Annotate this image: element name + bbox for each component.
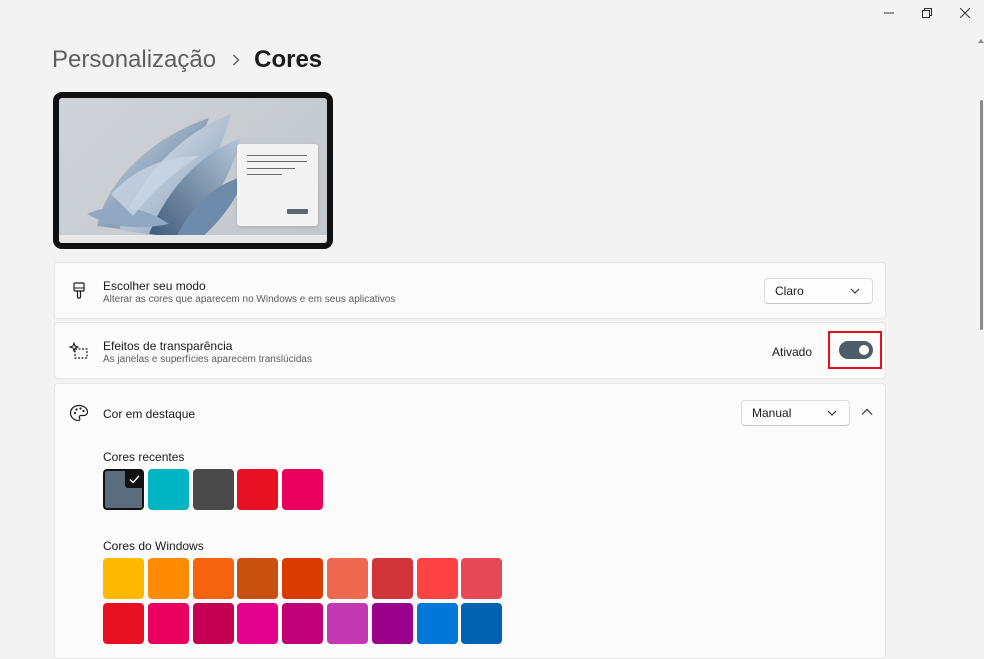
restore-button[interactable]: [908, 0, 946, 26]
windows-color-swatch[interactable]: [416, 603, 458, 644]
accent-dropdown[interactable]: Manual: [741, 400, 850, 426]
windows-color-swatch[interactable]: [461, 603, 503, 644]
accent-title: Cor em destaque: [103, 407, 196, 421]
recent-color-swatch[interactable]: [103, 469, 144, 510]
windows-color-swatch[interactable]: [327, 558, 368, 599]
mode-dropdown-value: Claro: [775, 284, 804, 298]
windows-colors-label: Cores do Windows: [103, 539, 204, 553]
scrollbar-thumb[interactable]: [980, 100, 983, 330]
accent-card-header[interactable]: Cor em destaque Manual: [54, 383, 886, 440]
chevron-right-icon: [232, 54, 240, 66]
recent-color-swatch[interactable]: [192, 469, 234, 510]
windows-color-swatch[interactable]: [237, 603, 279, 644]
chevron-up-icon[interactable]: [861, 408, 873, 416]
windows-color-swatch[interactable]: [371, 558, 413, 599]
page-title: Cores: [254, 46, 323, 73]
windows-color-swatch[interactable]: [147, 603, 189, 644]
preview-button: [287, 209, 308, 214]
breadcrumb-parent[interactable]: Personalização: [52, 46, 216, 74]
preview-taskbar: [59, 235, 327, 243]
mode-subtitle: Alterar as cores que aparecem no Windows…: [103, 294, 396, 305]
recent-colors-label: Cores recentes: [103, 450, 185, 464]
windows-color-swatch[interactable]: [282, 603, 324, 644]
accent-dropdown-value: Manual: [752, 406, 792, 420]
restore-icon: [922, 8, 932, 18]
toggle-knob: [859, 345, 869, 355]
windows-color-swatch[interactable]: [416, 558, 458, 599]
transparency-subtitle: As janelas e superfícies aparecem transl…: [103, 354, 312, 365]
minimize-button[interactable]: [870, 0, 908, 26]
windows-color-swatch[interactable]: [371, 603, 413, 644]
windows-color-swatch[interactable]: [282, 558, 324, 599]
recent-color-swatch[interactable]: [237, 469, 279, 510]
mode-dropdown[interactable]: Claro: [764, 278, 873, 304]
close-button[interactable]: [946, 0, 984, 26]
transparency-status: Ativado: [772, 345, 813, 359]
windows-color-swatch[interactable]: [237, 558, 279, 599]
minimize-icon: [884, 12, 894, 14]
theme-preview: [53, 92, 333, 249]
paintbrush-icon: [69, 281, 89, 301]
sparkle-icon: [69, 341, 89, 361]
preview-window: [237, 144, 318, 226]
recent-color-swatch[interactable]: [147, 469, 189, 510]
palette-icon: [69, 403, 89, 423]
windows-color-swatch[interactable]: [103, 603, 144, 644]
mode-card: Escolher seu modo Alterar as cores que a…: [54, 262, 886, 319]
windows-color-swatch[interactable]: [461, 558, 503, 599]
transparency-toggle[interactable]: [839, 341, 873, 359]
windows-color-swatch[interactable]: [327, 603, 368, 644]
transparency-title: Efeitos de transparência: [103, 339, 233, 353]
windows-color-swatch[interactable]: [103, 558, 144, 599]
recent-color-swatch[interactable]: [282, 469, 324, 510]
transparency-card: Efeitos de transparência As janelas e su…: [54, 322, 886, 379]
scroll-up-icon[interactable]: [978, 38, 984, 44]
breadcrumb: Personalização Cores: [52, 46, 322, 74]
chevron-down-icon: [827, 410, 837, 416]
windows-color-swatch[interactable]: [192, 558, 234, 599]
window-controls: [870, 0, 984, 28]
windows-color-swatch[interactable]: [192, 603, 234, 644]
preview-wallpaper: [59, 98, 327, 243]
close-icon: [960, 8, 970, 18]
checkmark-icon: [125, 470, 143, 488]
chevron-down-icon: [850, 288, 860, 294]
windows-color-swatch[interactable]: [147, 558, 189, 599]
mode-title: Escolher seu modo: [103, 279, 206, 293]
